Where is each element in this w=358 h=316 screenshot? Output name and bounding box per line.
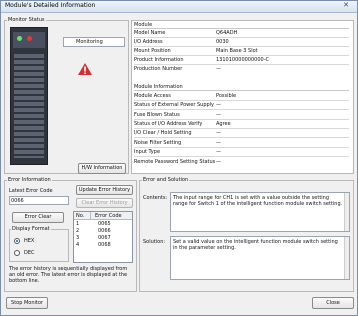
error-history-row-no: 2 xyxy=(76,228,80,234)
error-clear-button[interactable]: Error Clear xyxy=(12,212,64,223)
remote-password-value: — xyxy=(216,159,221,165)
dec-radio[interactable] xyxy=(14,250,20,256)
row-divider xyxy=(134,119,349,120)
remote-password-label: Remote Password Setting Status xyxy=(134,159,216,165)
module-led-panel xyxy=(13,32,45,48)
module-access-value: Possible xyxy=(216,93,237,99)
external-power-value: — xyxy=(216,102,221,108)
error-history-row-code: 0066 xyxy=(98,228,111,234)
solution-label: Solution: xyxy=(143,239,166,245)
row-divider xyxy=(134,128,349,129)
latest-error-code-label: Latest Error Code xyxy=(9,188,53,194)
mount-position-label: Mount Position xyxy=(134,48,171,54)
clear-error-history-button[interactable]: Clear Error History xyxy=(76,198,133,208)
row-divider xyxy=(134,100,349,101)
close-button[interactable]: Close xyxy=(312,297,354,309)
model-name-label: Model Name xyxy=(134,30,166,36)
solution-scrollbar[interactable] xyxy=(344,237,349,279)
row-divider xyxy=(134,137,349,138)
error-history-row-no: 1 xyxy=(76,221,80,227)
contents-scrollbar[interactable] xyxy=(344,193,349,231)
monitor-status-title: Monitor Status xyxy=(7,17,46,23)
input-type-label: Input Type xyxy=(134,149,161,155)
row-divider xyxy=(134,64,349,65)
product-information-label: Product Information xyxy=(134,57,184,63)
module-header-rule xyxy=(134,28,349,29)
fuse-blown-label: Fuse Blown Status xyxy=(134,112,180,118)
warning-icon xyxy=(78,63,92,75)
contents-label: Contents: xyxy=(143,195,168,201)
error-history-row-code: 0068 xyxy=(98,242,111,248)
mount-position-value: Main Base 3 Slot xyxy=(216,48,258,54)
row-divider xyxy=(134,46,349,47)
error-history-row-code: 0065 xyxy=(98,221,111,227)
window-title: Module's Detailed Information xyxy=(5,2,96,9)
solution-text: Set a valid value on the intelligent fun… xyxy=(173,239,338,251)
close-icon[interactable]: ✕ xyxy=(340,1,352,10)
display-format-title: Display Format xyxy=(11,226,51,232)
production-number-value: — xyxy=(216,66,221,72)
hw-information-button[interactable]: H/W Information xyxy=(78,163,126,174)
error-code-column-header: Error Code xyxy=(95,213,122,219)
terminal-block xyxy=(14,54,44,158)
row-divider xyxy=(134,55,349,56)
error-history-col-divider xyxy=(90,212,91,220)
error-history-note: The error history is sequentially displa… xyxy=(9,266,128,284)
product-information-value: 131010000000000-C xyxy=(216,57,270,63)
io-address-verify-label: Status of I/O Address Verify xyxy=(134,121,203,127)
error-led xyxy=(27,36,32,41)
dec-radio-label: DEC xyxy=(24,250,35,256)
row-divider xyxy=(134,37,349,38)
production-number-label: Production Number xyxy=(134,66,183,72)
io-address-value: 0030 xyxy=(216,39,229,45)
monitoring-status-text: Monitoring xyxy=(76,39,103,45)
error-information-title: Error Information xyxy=(7,177,52,183)
model-name-value: Q64ADH xyxy=(216,30,238,36)
error-and-solution-title: Error and Solution xyxy=(142,177,190,183)
latest-error-code-value: 0066 xyxy=(11,198,24,204)
hex-radio-label: HEX xyxy=(24,238,35,244)
io-address-label: I/O Address xyxy=(134,39,163,45)
run-led xyxy=(17,36,22,41)
noise-filter-label: Noise Filter Setting xyxy=(134,140,182,146)
row-divider xyxy=(134,147,349,148)
input-type-value: — xyxy=(216,149,221,155)
noise-filter-value: — xyxy=(216,140,221,146)
module-information-rule xyxy=(134,90,349,91)
error-history-row-no: 4 xyxy=(76,242,80,248)
error-history-row-code: 0067 xyxy=(98,235,111,241)
hex-radio[interactable] xyxy=(14,238,20,244)
update-error-history-button[interactable]: Update Error History xyxy=(76,185,133,195)
stop-monitor-button[interactable]: Stop Monitor xyxy=(6,297,48,309)
no-column-header: No. xyxy=(76,213,85,219)
contents-text: The input range for CH1 is set with a va… xyxy=(173,195,343,207)
row-divider xyxy=(134,109,349,110)
display-format-group xyxy=(9,229,69,262)
io-address-verify-value: Agree xyxy=(216,121,231,127)
module-access-label: Module Access xyxy=(134,93,171,99)
io-clear-hold-value: — xyxy=(216,130,221,136)
io-clear-hold-label: I/O Clear / Hold Setting xyxy=(134,130,192,136)
fuse-blown-value: — xyxy=(216,112,221,118)
plc-module-image xyxy=(10,27,48,165)
error-history-row-no: 3 xyxy=(76,235,80,241)
row-divider xyxy=(134,156,349,157)
external-power-label: Status of External Power Supply xyxy=(134,102,215,108)
